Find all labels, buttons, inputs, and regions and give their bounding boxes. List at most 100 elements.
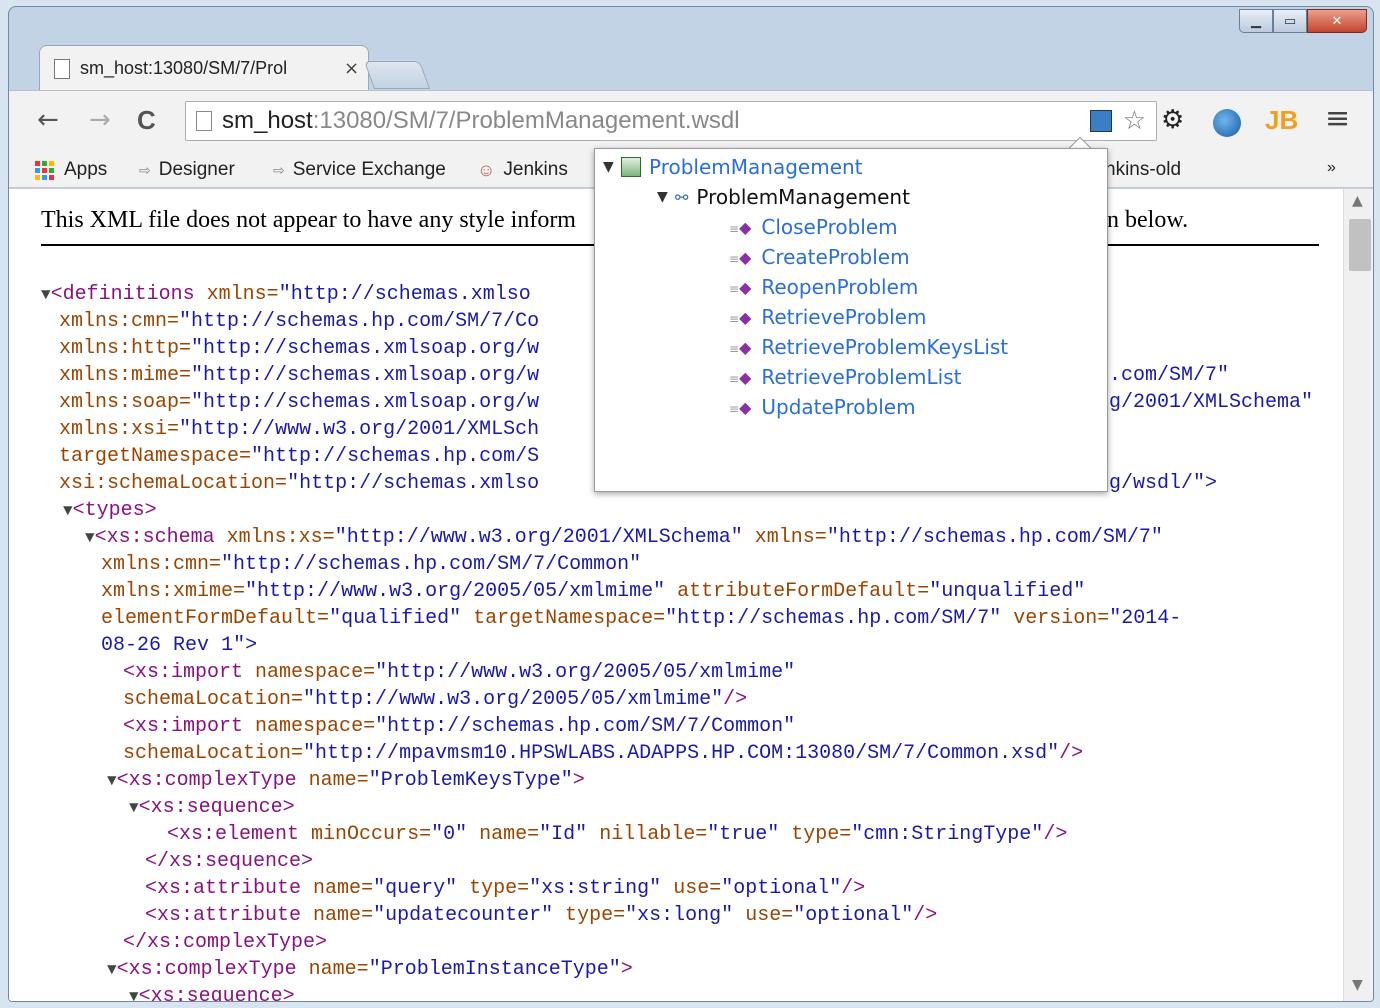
service-icon [621, 157, 641, 177]
xml-line-fragment: g/wsdl/"> [1109, 472, 1218, 495]
port-icon: ⚯ [675, 187, 689, 207]
scroll-up-arrow[interactable]: ▲ [1352, 193, 1363, 209]
operation-icon: ≡◆ [729, 307, 752, 327]
gear-icon[interactable]: ⚙ [1161, 105, 1184, 135]
xml-line[interactable]: ▼<xs:complexType name="ProblemKeysType"> [107, 767, 585, 795]
bookmark-icon: ⇨ [139, 161, 151, 178]
operation-item[interactable]: ≡◆ RetrieveProblemList [729, 365, 961, 389]
xml-line[interactable]: ▼<xs:complexType name="ProblemInstanceTy… [107, 956, 633, 984]
bookmark-designer[interactable]: ⇨ Designer [139, 159, 235, 181]
xml-line: </xs:complexType> [123, 931, 328, 954]
xml-line[interactable]: ▼<types> [63, 497, 157, 525]
operation-item[interactable]: ≡◆ ReopenProblem [729, 275, 918, 299]
forward-button[interactable]: → [89, 105, 111, 135]
xml-line: <xs:attribute name="updatecounter" type=… [145, 904, 938, 927]
bookmark-label: Designer [158, 159, 235, 180]
xml-line: 08-26 Rev 1"> [101, 634, 258, 657]
xml-line: xmlns:cmn="http://schemas.hp.com/SM/7/Co [59, 310, 540, 333]
xml-line: <xs:attribute name="query" type="xs:stri… [145, 877, 866, 900]
expand-triangle-icon[interactable]: ▼ [603, 159, 621, 175]
scroll-down-arrow[interactable]: ▼ [1352, 977, 1363, 993]
port-name: ProblemManagement [696, 185, 910, 209]
service-node[interactable]: ▼ ProblemManagement [603, 155, 863, 179]
bookmark-label: Service Exchange [292, 159, 446, 180]
close-window-button[interactable]: ✕ [1307, 9, 1367, 33]
operation-name[interactable]: RetrieveProblem [761, 305, 926, 329]
xml-line: <xs:import namespace="http://schemas.hp.… [123, 715, 796, 738]
operation-item[interactable]: ≡◆ CreateProblem [729, 245, 910, 269]
vertical-scrollbar[interactable]: ▲ ▼ [1343, 189, 1373, 1001]
minimize-button[interactable]: ▁ [1239, 9, 1273, 33]
xml-line[interactable]: ▼<xs:sequence> [129, 794, 295, 822]
page-icon [196, 111, 212, 131]
xml-line-fragment: g/2001/XMLSchema" [1109, 391, 1314, 414]
expand-triangle-icon[interactable]: ▼ [657, 189, 675, 205]
bookmark-service-exchange[interactable]: ⇨ Service Exchange [273, 159, 446, 181]
globe-icon[interactable] [1213, 109, 1241, 137]
operation-item[interactable]: ≡◆ UpdateProblem [729, 395, 916, 419]
operation-name[interactable]: RetrieveProblemList [761, 365, 961, 389]
xml-line: xmlns:xmime="http://www.w3.org/2005/05/x… [101, 580, 1086, 603]
operation-name[interactable]: ReopenProblem [761, 275, 918, 299]
xml-line[interactable]: ▼<xs:sequence> [129, 983, 295, 1001]
bookmark-icon: ⇨ [273, 161, 285, 178]
scrollbar-thumb[interactable] [1349, 219, 1371, 271]
operation-icon: ≡◆ [729, 217, 752, 237]
xml-line: <xs:import namespace="http://www.w3.org/… [123, 661, 796, 684]
xml-line[interactable]: ▼<definitions xmlns="http://schemas.xmls… [41, 281, 531, 309]
bookmark-jenkins[interactable]: ☺ Jenkins [477, 159, 568, 181]
bookmark-label: Jenkins [503, 159, 568, 180]
window-caption-buttons: ▁ ▭ ✕ [1239, 9, 1367, 33]
xml-line[interactable]: ▼<xs:schema xmlns:xs="http://www.w3.org/… [85, 524, 1163, 552]
toolbar: ← → C sm_host:13080/SM/7/ProblemManageme… [9, 90, 1373, 154]
xml-line: targetNamespace="http://schemas.hp.com/S [59, 445, 540, 468]
address-bar[interactable]: sm_host:13080/SM/7/ProblemManagement.wsd… [185, 101, 1157, 141]
bookmark-label: nkins-old [1105, 159, 1182, 180]
url-path: :13080/SM/7/ProblemManagement.wsdl [312, 107, 740, 134]
operation-item[interactable]: ≡◆ RetrieveProblemKeysList [729, 335, 1008, 359]
operation-icon: ≡◆ [729, 397, 752, 417]
bookmark-star-icon[interactable]: ☆ [1123, 105, 1146, 136]
xml-line: xmlns:http="http://schemas.xmlsoap.org/w [59, 337, 540, 360]
xml-line: xmlns:cmn="http://schemas.hp.com/SM/7/Co… [101, 553, 642, 576]
operation-icon: ≡◆ [729, 367, 752, 387]
bookmarks-more-button[interactable]: » [1327, 159, 1336, 177]
operation-icon: ≡◆ [729, 337, 752, 357]
xml-line: schemaLocation="http://www.w3.org/2005/0… [123, 688, 748, 711]
tab-close-icon[interactable]: × [344, 58, 368, 79]
back-button[interactable]: ← [37, 105, 59, 135]
port-node[interactable]: ▼ ⚯ ProblemManagement [657, 185, 910, 209]
wsdl-extension-icon[interactable] [1090, 110, 1112, 132]
operation-icon: ≡◆ [729, 277, 752, 297]
operation-item[interactable]: ≡◆ RetrieveProblem [729, 305, 927, 329]
operation-item[interactable]: ≡◆ CloseProblem [729, 215, 898, 239]
reload-button[interactable]: C [137, 105, 156, 136]
operation-name[interactable]: CloseProblem [761, 215, 897, 239]
service-name[interactable]: ProblemManagement [649, 155, 863, 179]
operation-name[interactable]: UpdateProblem [761, 395, 915, 419]
xml-line: xmlns:soap="http://schemas.xmlsoap.org/w [59, 391, 540, 414]
menu-icon[interactable]: ≡ [1325, 101, 1350, 136]
maximize-button[interactable]: ▭ [1273, 9, 1307, 33]
bookmark-label: Apps [64, 159, 108, 180]
xml-line: elementFormDefault="qualified" targetNam… [101, 607, 1182, 630]
xml-line: <xs:element minOccurs="0" name="Id" nill… [167, 823, 1068, 846]
tab-title: sm_host:13080/SM/7/Prol [80, 58, 288, 78]
new-tab-button[interactable] [363, 61, 431, 89]
operation-name[interactable]: CreateProblem [761, 245, 909, 269]
xml-line: xmlns:mime="http://schemas.xmlsoap.org/w [59, 364, 540, 387]
notice-text-left: This XML file does not appear to have an… [41, 207, 576, 233]
xml-line-fragment: .com/SM/7" [1109, 364, 1230, 387]
xml-line: xsi:schemaLocation="http://schemas.xmlso [59, 472, 540, 495]
xml-line: schemaLocation="http://mpavmsm10.HPSWLAB… [123, 742, 1084, 765]
jb-extension-icon[interactable]: JB [1265, 105, 1298, 136]
jenkins-icon: ☺ [477, 159, 496, 180]
bookmark-apps[interactable]: Apps [35, 159, 107, 181]
browser-tab[interactable]: sm_host:13080/SM/7/Prol × [39, 45, 369, 91]
url-host: sm_host [222, 107, 313, 134]
apps-icon [35, 160, 54, 180]
operation-icon: ≡◆ [729, 247, 752, 267]
bookmark-jenkins-old[interactable]: nkins-old [1105, 159, 1181, 181]
operation-name[interactable]: RetrieveProblemKeysList [761, 335, 1008, 359]
page-icon [54, 58, 70, 79]
